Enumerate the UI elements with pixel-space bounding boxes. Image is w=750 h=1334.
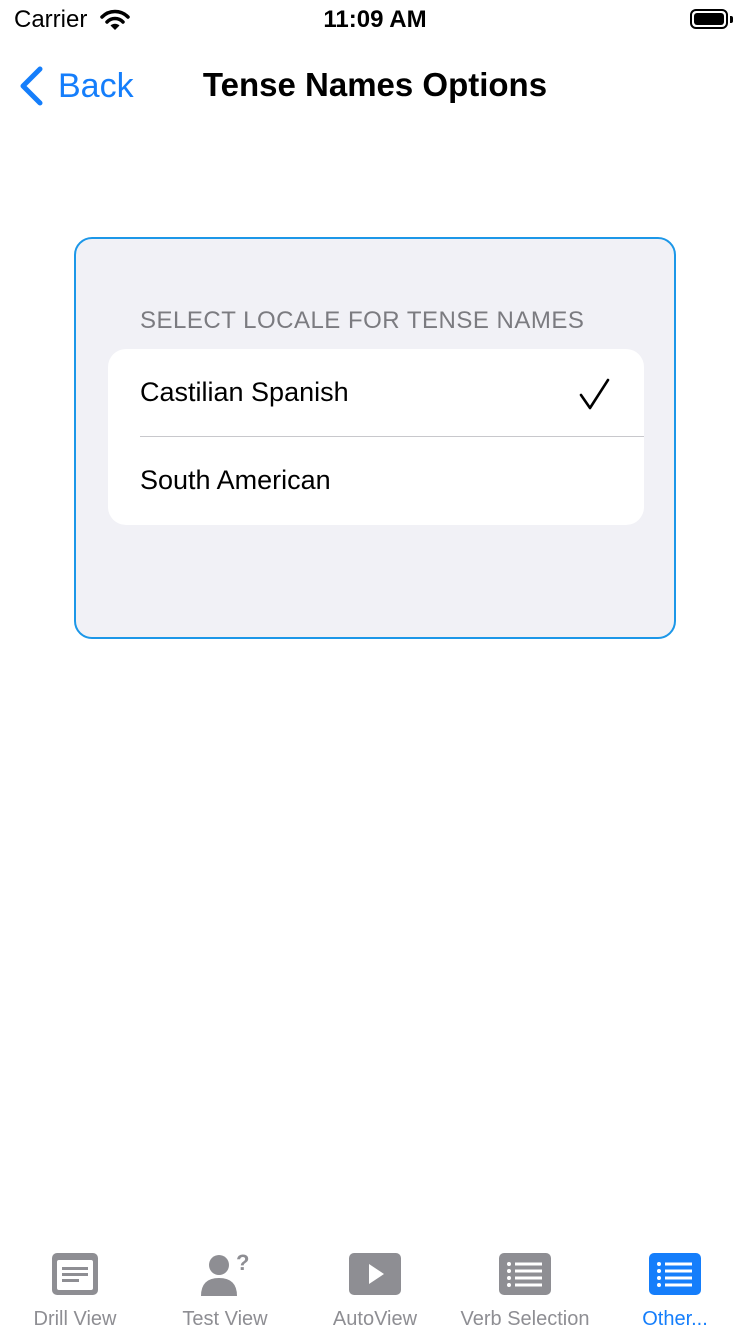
locale-list: Castilian Spanish South American <box>108 349 644 525</box>
svg-text:?: ? <box>236 1252 249 1275</box>
option-label: Castilian Spanish <box>140 377 349 407</box>
navigation-bar: Back Tense Names Options <box>0 44 750 124</box>
checkmark-icon <box>579 378 610 410</box>
tab-verb-selection[interactable]: Verb Selection <box>450 1234 600 1334</box>
bulleted-list-icon <box>649 1253 701 1295</box>
status-bar: Carrier 11:09 AM <box>0 0 750 40</box>
play-icon <box>349 1253 401 1295</box>
bulleted-list-icon <box>499 1253 551 1295</box>
tab-drill-view[interactable]: Drill View <box>0 1234 150 1334</box>
locale-options-panel: SELECT LOCALE FOR TENSE NAMES Castilian … <box>74 237 676 639</box>
tab-test-view[interactable]: ? Test View <box>150 1234 300 1334</box>
status-time: 11:09 AM <box>323 6 427 33</box>
option-label: South American <box>140 465 331 495</box>
option-castilian-spanish[interactable]: Castilian Spanish <box>108 349 644 437</box>
tab-label: Verb Selection <box>460 1308 590 1330</box>
tab-label: Drill View <box>33 1308 117 1330</box>
option-south-american[interactable]: South American <box>108 437 644 525</box>
list-box-icon <box>52 1253 98 1295</box>
tab-other[interactable]: Other... <box>600 1234 750 1334</box>
tab-label: Test View <box>182 1308 268 1330</box>
page-title: Tense Names Options <box>202 66 548 103</box>
tab-autoview[interactable]: AutoView <box>300 1234 450 1334</box>
tab-label: Other... <box>642 1308 708 1330</box>
tab-label: AutoView <box>332 1308 418 1330</box>
section-header: SELECT LOCALE FOR TENSE NAMES <box>140 307 585 334</box>
tab-bar: Drill View ? Test View AutoView Verb Sel <box>0 1234 750 1334</box>
person-question-icon: ? <box>201 1252 249 1296</box>
battery-icon <box>690 9 734 31</box>
